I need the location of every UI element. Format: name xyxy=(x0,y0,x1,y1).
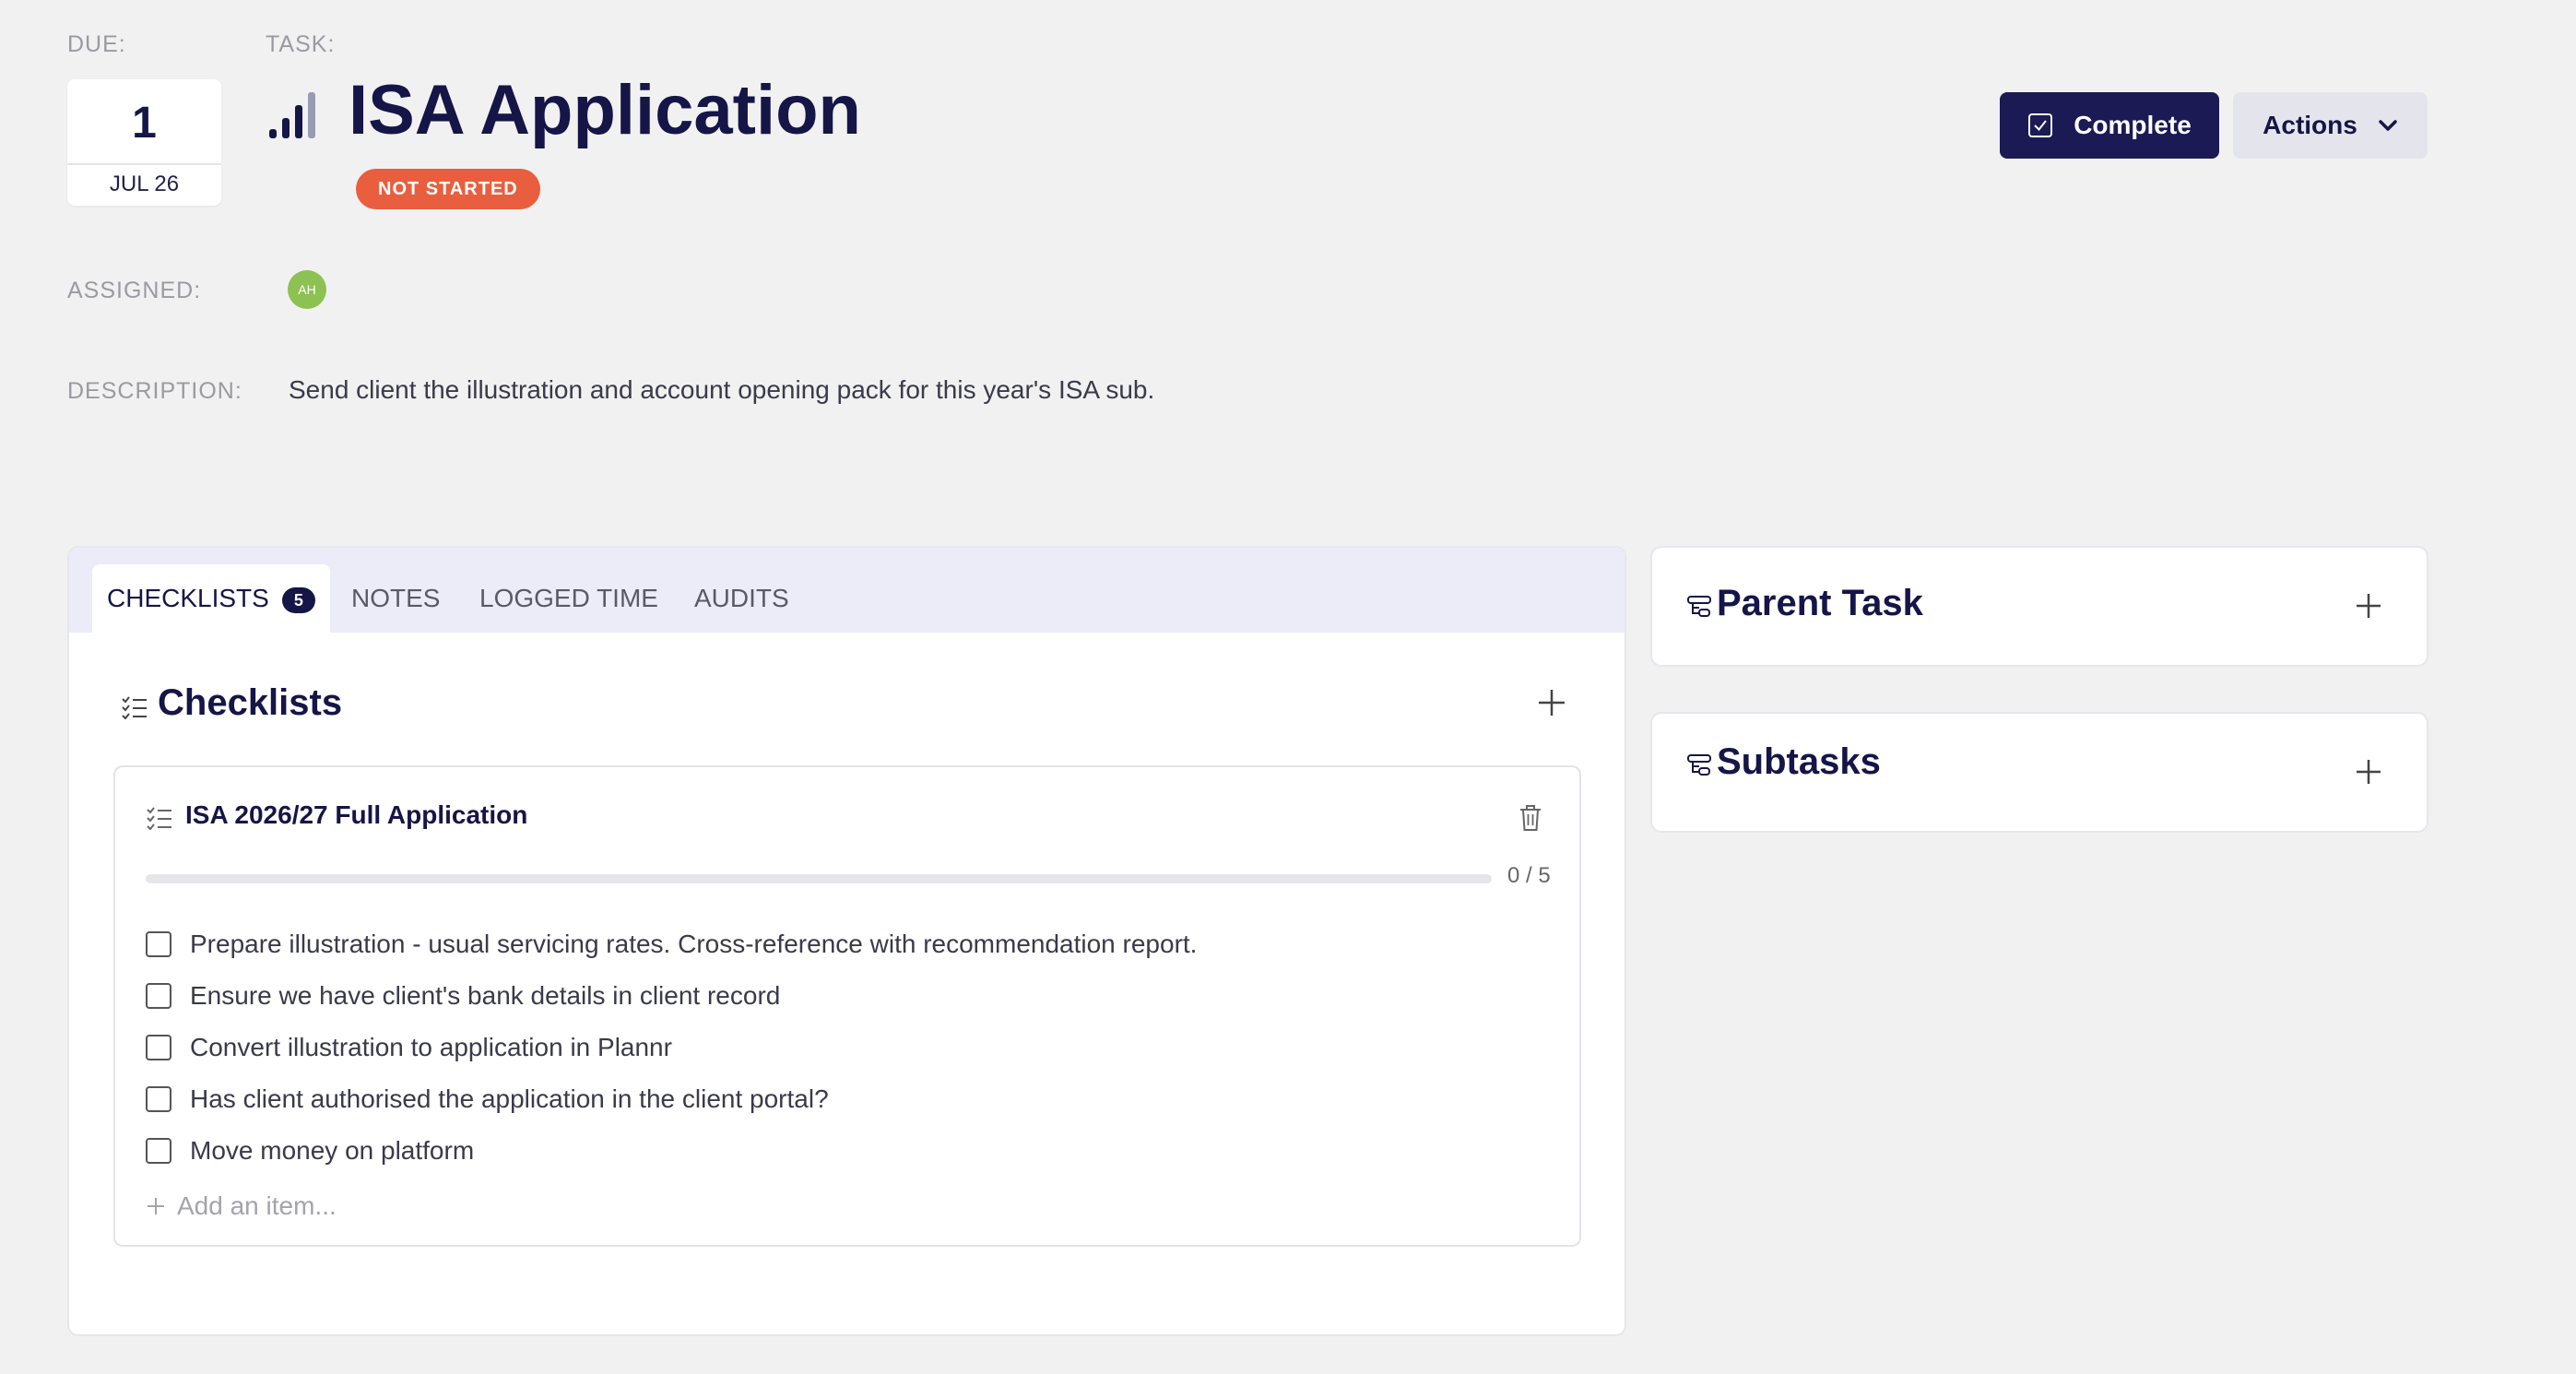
tab-checklists-label: CHECKLISTS xyxy=(107,584,269,612)
checklist-item: Ensure we have client's bank details in … xyxy=(146,970,1197,1022)
checklist-item: Convert illustration to application in P… xyxy=(146,1022,1197,1073)
tab-logged-time[interactable]: LOGGED TIME xyxy=(479,564,658,633)
signal-bars-icon xyxy=(269,92,315,138)
checklist-item-checkbox[interactable] xyxy=(146,1138,171,1164)
checklist-icon xyxy=(122,696,147,719)
due-day: 1 xyxy=(132,99,157,148)
chevron-down-icon xyxy=(2379,120,2397,131)
complete-button-label: Complete xyxy=(2074,111,2192,139)
description-text: Send client the illustration and account… xyxy=(289,375,1155,404)
due-divider xyxy=(67,163,221,165)
trash-icon[interactable] xyxy=(1518,804,1542,832)
subtasks-card: Subtasks xyxy=(1650,712,2428,833)
parent-task-card: Parent Task xyxy=(1650,546,2428,667)
task-label: TASK: xyxy=(266,31,336,57)
add-parent-task-plus-icon[interactable] xyxy=(2355,592,2382,620)
tab-notes[interactable]: NOTES xyxy=(351,564,440,633)
actions-dropdown-button[interactable]: Actions xyxy=(2233,92,2428,159)
checklist-item-text[interactable]: Convert illustration to application in P… xyxy=(190,1033,672,1062)
due-month: JUL 26 xyxy=(109,172,180,196)
checklist-item-text[interactable]: Move money on platform xyxy=(190,1136,474,1166)
hierarchy-icon xyxy=(1687,596,1711,617)
description-label: DESCRIPTION: xyxy=(67,378,242,404)
hierarchy-icon xyxy=(1687,754,1711,776)
due-label: DUE: xyxy=(67,31,126,57)
tab-checklists[interactable]: CHECKLISTS 5 xyxy=(92,564,330,633)
status-badge[interactable]: NOT STARTED xyxy=(356,169,540,209)
tab-checklists-count: 5 xyxy=(281,586,315,613)
due-date-card: 1 JUL 26 xyxy=(67,79,221,206)
add-item-placeholder: Add an item... xyxy=(177,1191,337,1220)
add-item-input[interactable]: Add an item... xyxy=(146,1191,337,1221)
checklist-items: Prepare illustration - usual servicing r… xyxy=(146,918,1197,1177)
add-checklist-plus-icon[interactable] xyxy=(1537,688,1566,717)
checklist-item-text[interactable]: Prepare illustration - usual servicing r… xyxy=(190,930,1197,959)
checklist-item-checkbox[interactable] xyxy=(146,1086,171,1112)
checklist-item-text[interactable]: Ensure we have client's bank details in … xyxy=(190,981,780,1011)
add-subtask-plus-icon[interactable] xyxy=(2355,758,2382,786)
tab-bar: CHECKLISTS 5 NOTES LOGGED TIME AUDITS xyxy=(69,548,1625,633)
tab-audits[interactable]: AUDITS xyxy=(694,564,789,633)
assigned-label: ASSIGNED: xyxy=(67,278,202,303)
checklist-item-checkbox[interactable] xyxy=(146,983,171,1009)
checklist-progress-text: 0 / 5 xyxy=(1507,863,1551,888)
actions-button-label: Actions xyxy=(2263,111,2357,139)
checklist-icon xyxy=(147,807,171,830)
checklist-item-checkbox[interactable] xyxy=(146,1035,171,1060)
avatar[interactable]: AH xyxy=(288,270,326,309)
checklist-item: Move money on platform xyxy=(146,1125,1197,1177)
checklist-card: ISA 2026/27 Full Application 0 / 5 Prepa… xyxy=(113,765,1581,1247)
check-square-icon xyxy=(2028,113,2053,137)
subtasks-title: Subtasks xyxy=(1717,741,1881,782)
checklist-item-checkbox[interactable] xyxy=(146,931,171,957)
page-title: ISA Application xyxy=(349,71,861,149)
plus-icon xyxy=(148,1198,164,1214)
checklists-title: Checklists xyxy=(158,682,343,723)
checklist-item: Prepare illustration - usual servicing r… xyxy=(146,918,1197,970)
checklists-panel: CHECKLISTS 5 NOTES LOGGED TIME AUDITS Che… xyxy=(67,546,1626,1336)
parent-task-title: Parent Task xyxy=(1717,583,1923,623)
checklist-item: Has client authorised the application in… xyxy=(146,1073,1197,1125)
checklist-progress-bar xyxy=(146,874,1492,883)
checklist-name: ISA 2026/27 Full Application xyxy=(185,800,528,829)
complete-button[interactable]: Complete xyxy=(2000,92,2219,159)
checklist-item-text[interactable]: Has client authorised the application in… xyxy=(190,1084,829,1114)
